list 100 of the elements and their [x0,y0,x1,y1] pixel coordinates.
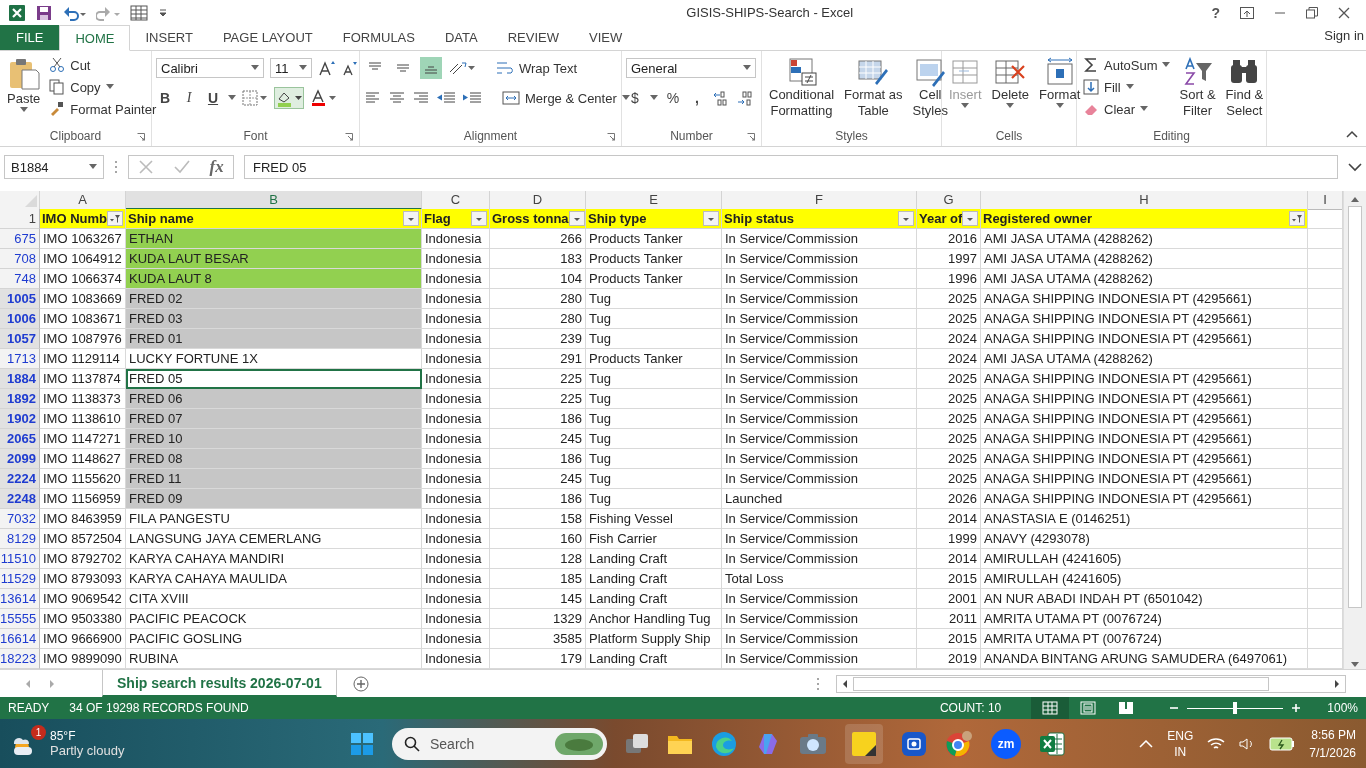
row-header[interactable]: 16614 [0,629,40,649]
copy-button[interactable]: Copy [47,77,159,97]
row-header[interactable]: 8129 [0,529,40,549]
dialog-launcher-icon[interactable] [137,133,145,141]
filter-button[interactable] [403,211,419,226]
enter-check-icon[interactable] [172,159,191,175]
increase-indent-icon[interactable] [462,91,482,105]
save-icon[interactable] [36,4,52,21]
caret-icon[interactable] [650,95,658,101]
fill-button[interactable]: Fill [1081,77,1173,97]
font-color-icon[interactable] [310,89,338,107]
zoom-percentage[interactable]: 100% [1327,701,1358,715]
ribbon-tab[interactable]: INSERT [130,25,208,50]
close-icon[interactable] [1338,6,1350,19]
add-sheet-icon[interactable] [352,675,369,692]
row-header[interactable]: 11529 [0,569,40,589]
restore-icon[interactable] [1306,6,1318,19]
format-button[interactable]: Format [1036,55,1084,111]
row-header[interactable]: 748 [0,269,40,289]
column-header[interactable]: I [1308,191,1343,210]
filter-button[interactable] [471,211,487,226]
scroll-thumb[interactable] [853,676,1269,691]
conditional-formatting-button[interactable]: Conditional Formatting [766,55,838,121]
format-as-table-button[interactable]: Format as Table [841,55,906,121]
grow-font-icon[interactable] [318,60,336,76]
row-header[interactable]: 1713 [0,349,40,369]
row-header[interactable]: 18223 [0,649,40,669]
italic-button[interactable]: I [180,88,198,108]
language-indicator[interactable]: ENG [1167,727,1194,744]
number-format-field[interactable]: General [626,58,756,78]
row-header[interactable]: 1006 [0,309,40,329]
zoom-slider-thumb[interactable] [1233,702,1238,714]
merge-center-button[interactable]: Merge & Center [500,88,632,108]
scroll-right-icon[interactable] [1333,678,1341,689]
percent-button[interactable]: % [664,88,682,108]
font-size-field[interactable]: 11 [270,58,312,78]
filter-button[interactable] [962,211,979,226]
row-header[interactable]: 7032 [0,509,40,529]
row-header[interactable]: 675 [0,229,40,249]
zoom-in-icon[interactable] [1291,703,1302,713]
sheet-tab[interactable]: Ship search results 2026-07-01 [102,670,337,697]
table-icon[interactable] [130,4,148,21]
collapse-ribbon-icon[interactable] [1346,130,1358,138]
insert-function-button[interactable]: fx [209,157,224,177]
formula-input-field[interactable]: FRED 05 [244,155,1338,179]
row-header[interactable]: 1892 [0,389,40,409]
clock-time[interactable]: 8:56 PM [1311,725,1356,744]
expand-formula-bar-icon[interactable] [1348,162,1362,172]
dialog-launcher-icon[interactable] [607,133,615,141]
align-left-icon[interactable] [364,91,382,105]
align-right-icon[interactable] [412,91,430,105]
comma-button[interactable]: , [688,88,706,108]
ribbon-display-icon[interactable] [1240,6,1254,19]
row-header[interactable]: 1902 [0,409,40,429]
help-button[interactable]: ? [1211,4,1220,21]
sort-filter-button[interactable]: Sort & Filter [1176,55,1219,121]
vertical-scrollbar[interactable] [1343,191,1366,669]
scroll-left-icon[interactable] [841,678,849,689]
dialog-launcher-icon[interactable] [747,133,755,141]
autosum-button[interactable]: AutoSum [1081,55,1173,75]
row-header[interactable]: 2099 [0,449,40,469]
row-header[interactable]: 2224 [0,469,40,489]
horizontal-scrollbar[interactable] [836,674,1346,693]
scroll-thumb[interactable] [1348,206,1362,608]
increase-decimal-icon[interactable] [712,90,730,106]
decrease-decimal-icon[interactable] [736,90,754,106]
underline-button[interactable]: U [204,88,222,108]
row-header[interactable]: 1884 [0,369,40,389]
chevron-up-icon[interactable] [1139,739,1154,748]
screen-capture-icon[interactable] [901,730,927,757]
delete-button[interactable]: Delete [988,55,1033,111]
region-indicator[interactable]: IN [1174,743,1187,760]
zoom-app-button[interactable]: zm [991,728,1021,759]
fill-color-icon[interactable] [274,87,304,109]
row-header[interactable]: 2248 [0,489,40,509]
row-header[interactable]: 1 [0,209,40,229]
task-view-icon[interactable] [625,732,649,755]
font-name-field[interactable]: Calibri [156,58,264,78]
row-header[interactable]: 708 [0,249,40,269]
sign-in-link[interactable]: Sign in [1324,28,1364,43]
row-header[interactable]: 11510 [0,549,40,569]
name-box[interactable]: B1884 [4,155,104,179]
align-center-icon[interactable] [388,91,406,105]
spreadsheet-app-icon[interactable] [1039,730,1065,757]
sticky-notes-button[interactable] [845,723,883,764]
customize-caret-icon[interactable] [158,7,168,18]
taskbar-search-field[interactable]: Search [392,727,607,760]
ribbon-tab[interactable]: REVIEW [492,25,574,50]
row-header[interactable]: 13614 [0,589,40,609]
row-header[interactable]: 15555 [0,609,40,629]
bold-button[interactable]: B [156,88,174,108]
borders-icon[interactable] [242,90,268,106]
format-painter-button[interactable]: Format Painter [47,99,159,119]
ribbon-tab[interactable]: FORMULAS [327,25,430,50]
row-header[interactable]: 2065 [0,429,40,449]
camera-icon[interactable] [799,731,827,756]
normal-view-button[interactable] [1031,697,1070,719]
ribbon-tab[interactable]: HOME [59,25,131,51]
filter-button[interactable] [568,211,585,226]
browser-icon[interactable] [711,730,737,757]
